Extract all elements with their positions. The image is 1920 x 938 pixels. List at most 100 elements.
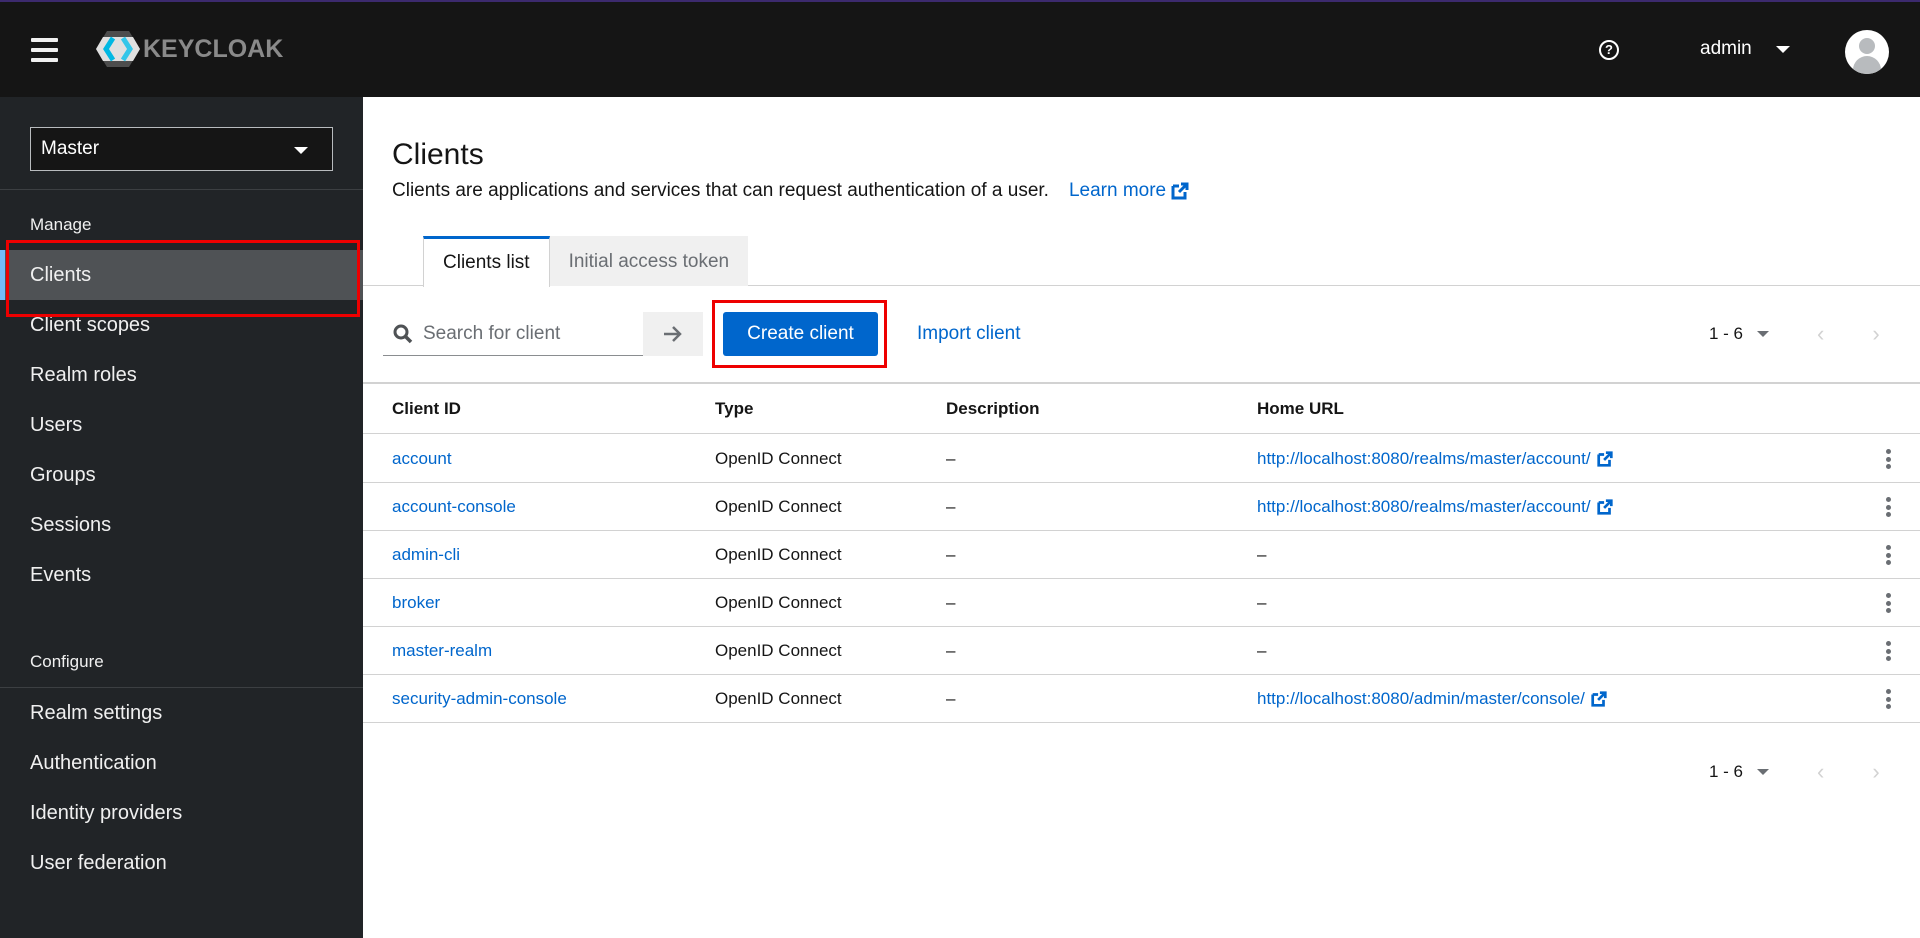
sidebar-item-realm-settings[interactable]: Realm settings (0, 688, 363, 738)
sidebar-item-clients[interactable]: Clients (0, 250, 363, 300)
sidebar-item-user-federation[interactable]: User federation (0, 838, 363, 888)
table-row: account OpenID Connect – http://localhost:8… (363, 435, 1920, 483)
sidebar-item-realm-roles[interactable]: Realm roles (0, 350, 363, 400)
client-type: OpenID Connect (715, 497, 842, 516)
client-id-link[interactable]: account-console (392, 497, 516, 517)
client-type: OpenID Connect (715, 641, 842, 660)
search-submit-button[interactable] (643, 312, 703, 356)
home-url-text: http://localhost:8080/admin/master/conso… (1257, 689, 1585, 708)
divider (0, 189, 363, 190)
page-title: Clients (392, 138, 484, 171)
page-description: Clients are applications and services th… (392, 180, 1190, 202)
sidebar-item-authentication[interactable]: Authentication (0, 738, 363, 788)
realm-selector[interactable]: Master (30, 127, 333, 171)
external-link-icon (1591, 691, 1607, 707)
home-url-link[interactable]: http://localhost:8080/realms/master/acco… (1257, 497, 1614, 517)
previous-page-button[interactable]: ‹ (1817, 759, 1824, 785)
user-name: admin (1700, 38, 1752, 59)
masthead: KEYCLOAK ? admin (0, 2, 1920, 97)
help-icon[interactable]: ? (1599, 40, 1619, 60)
home-url-text: http://localhost:8080/realms/master/acco… (1257, 497, 1591, 516)
client-id-link[interactable]: security-admin-console (392, 689, 567, 709)
home-url-empty: – (1257, 545, 1267, 564)
column-header-home-url[interactable]: Home URL (1257, 384, 1344, 434)
client-description: – (946, 593, 956, 612)
external-link-icon (1596, 451, 1613, 467)
kebab-menu-icon[interactable] (1881, 592, 1897, 614)
client-type: OpenID Connect (715, 545, 842, 564)
user-dropdown[interactable]: admin (1700, 38, 1790, 60)
client-description: – (946, 449, 956, 468)
home-url-link[interactable]: http://localhost:8080/admin/master/conso… (1257, 689, 1608, 709)
client-id-link[interactable]: account (392, 449, 452, 469)
client-type: OpenID Connect (715, 449, 842, 468)
learn-more-link[interactable]: Learn more (1069, 180, 1190, 202)
client-id-link[interactable]: broker (392, 593, 440, 613)
avatar[interactable] (1845, 30, 1889, 74)
kebab-menu-icon[interactable] (1881, 448, 1897, 470)
sidebar-item-sessions[interactable]: Sessions (0, 500, 363, 550)
learn-more-label: Learn more (1068, 180, 1167, 201)
search-input[interactable] (423, 322, 623, 345)
client-description: – (946, 689, 956, 708)
avatar-body-icon (1853, 56, 1881, 74)
nav-section-configure: Configure (30, 652, 104, 671)
caret-down-icon (1757, 769, 1770, 775)
nav-section-manage: Manage (30, 215, 92, 234)
column-header-client-id[interactable]: Client ID (392, 384, 461, 434)
caret-down-icon (294, 147, 308, 154)
sidebar-item-users[interactable]: Users (0, 400, 363, 450)
client-id-link[interactable]: master-realm (392, 641, 492, 661)
arrow-right-icon (664, 326, 682, 342)
keycloak-logo-icon (96, 31, 140, 67)
create-client-button[interactable]: Create client (723, 312, 878, 356)
realm-selector-value: Master (41, 138, 100, 159)
import-client-button[interactable]: Import client (917, 312, 1020, 356)
table-row: master-realm OpenID Connect – – (363, 627, 1920, 675)
external-link-icon (1596, 499, 1613, 515)
kebab-menu-icon[interactable] (1881, 496, 1897, 518)
sidebar-item-groups[interactable]: Groups (0, 450, 363, 500)
client-description: – (946, 641, 956, 660)
client-type: OpenID Connect (715, 689, 842, 708)
sidebar-item-events[interactable]: Events (0, 550, 363, 600)
pagination-range-toggle[interactable]: 1 - 6 (1709, 324, 1770, 344)
sidebar: Master Manage Clients Client scopes Real… (0, 97, 363, 938)
hamburger-icon[interactable] (31, 38, 58, 62)
home-url-link[interactable]: http://localhost:8080/realms/master/acco… (1257, 449, 1614, 469)
tab-initial-access-token[interactable]: Initial access token (549, 236, 749, 286)
kebab-menu-icon[interactable] (1881, 640, 1897, 662)
sidebar-item-identity-providers[interactable]: Identity providers (0, 788, 363, 838)
external-link-icon (1171, 182, 1189, 200)
previous-page-button[interactable]: ‹ (1817, 321, 1824, 347)
search-icon (393, 324, 413, 343)
tab-bar: Clients list Initial access token (423, 236, 749, 287)
client-description: – (946, 497, 956, 516)
tab-clients-list[interactable]: Clients list (423, 236, 550, 287)
sidebar-item-client-scopes[interactable]: Client scopes (0, 300, 363, 350)
description-text: Clients are applications and services th… (392, 180, 1049, 201)
next-page-button[interactable]: › (1872, 759, 1879, 785)
kebab-menu-icon[interactable] (1881, 688, 1897, 710)
home-url-text: http://localhost:8080/realms/master/acco… (1257, 449, 1591, 468)
table-row: security-admin-console OpenID Connect – htt… (363, 675, 1920, 723)
pagination-range-toggle[interactable]: 1 - 6 (1709, 762, 1770, 782)
table-header-row: Client ID Type Description Home URL (363, 384, 1920, 434)
pagination-top: 1 - 6 ‹ › (1709, 314, 1880, 354)
keycloak-logo[interactable]: KEYCLOAK (95, 29, 283, 69)
column-header-type[interactable]: Type (715, 384, 753, 434)
search-box (383, 312, 643, 356)
client-type: OpenID Connect (715, 593, 842, 612)
kebab-menu-icon[interactable] (1881, 544, 1897, 566)
main-content: Clients Clients are applications and ser… (363, 97, 1920, 938)
column-header-description[interactable]: Description (946, 384, 1040, 434)
client-description: – (946, 545, 956, 564)
brand-name: KEYCLOAK (143, 34, 284, 63)
home-url-empty: – (1257, 593, 1267, 612)
table-row: admin-cli OpenID Connect – – (363, 531, 1920, 579)
pagination-bottom: 1 - 6 ‹ › (1709, 752, 1880, 792)
table-row: broker OpenID Connect – – (363, 579, 1920, 627)
table-row: account-console OpenID Connect – http://loc… (363, 483, 1920, 531)
next-page-button[interactable]: › (1872, 321, 1879, 347)
client-id-link[interactable]: admin-cli (392, 545, 460, 565)
